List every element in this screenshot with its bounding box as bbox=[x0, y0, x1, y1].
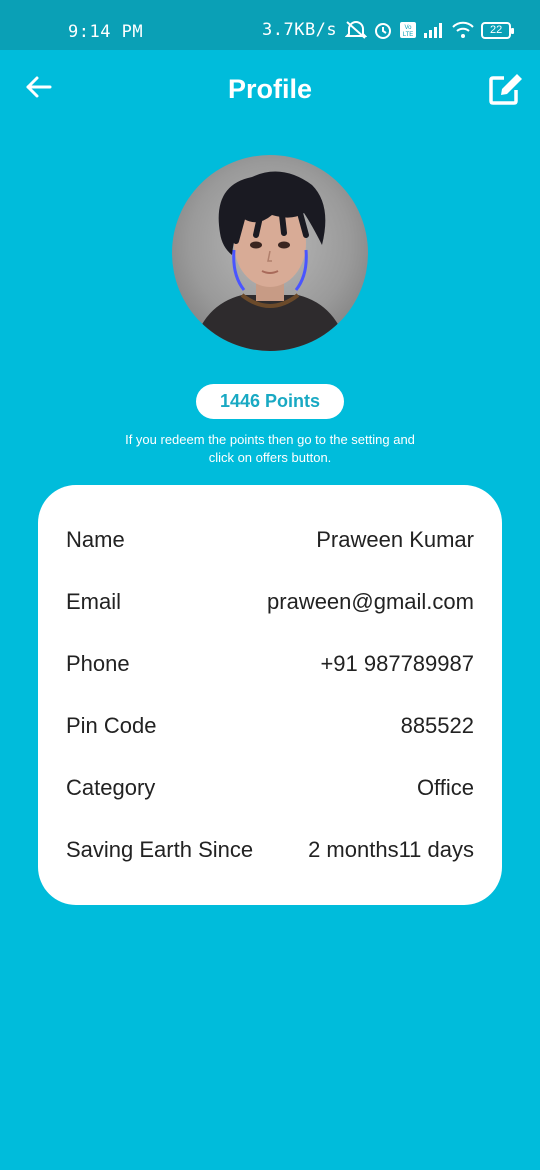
profile-row-category: Category Office bbox=[66, 773, 474, 803]
profile-row-saving-since: Saving Earth Since 2 months11 days bbox=[66, 835, 474, 865]
row-label: Category bbox=[66, 775, 156, 800]
row-label: Email bbox=[66, 589, 122, 614]
wifi-icon bbox=[451, 21, 475, 39]
points-note: If you redeem the points then go to the … bbox=[125, 432, 415, 465]
profile-row-phone: Phone +91 987789987 bbox=[66, 649, 474, 679]
status-icons: 3.7KB/s Vo LTE 22 bbox=[262, 20, 515, 40]
svg-text:LTE: LTE bbox=[403, 32, 414, 38]
profile-card: Name Praween Kumar Email praween@gmail.c… bbox=[38, 485, 502, 905]
page-title: Profile bbox=[227, 74, 313, 104]
alarm-icon bbox=[373, 20, 393, 40]
points-badge[interactable]: 1446 Points bbox=[196, 384, 344, 419]
profile-row-pincode: Pin Code 885522 bbox=[66, 711, 474, 741]
row-value: +91 987789987 bbox=[320, 651, 474, 676]
profile-row-email: Email praween@gmail.com bbox=[66, 587, 474, 617]
edit-profile-button[interactable] bbox=[488, 72, 524, 106]
status-time: 9:14 PM bbox=[68, 22, 144, 42]
avatar-image bbox=[192, 171, 348, 351]
row-label: Name bbox=[66, 527, 125, 552]
avatar[interactable] bbox=[172, 155, 368, 351]
svg-text:Vo: Vo bbox=[405, 25, 413, 31]
row-label: Phone bbox=[66, 651, 130, 676]
network-speed: 3.7KB/s bbox=[262, 20, 338, 40]
row-label: Saving Earth Since bbox=[66, 837, 254, 862]
edit-icon bbox=[489, 74, 522, 105]
row-label: Pin Code bbox=[66, 713, 157, 738]
battery-icon: 22 bbox=[481, 21, 515, 39]
row-value: 2 months11 days bbox=[308, 837, 474, 862]
alarm-off-icon bbox=[345, 20, 368, 40]
signal-icon bbox=[423, 21, 445, 39]
row-value: 885522 bbox=[400, 713, 474, 738]
profile-row-name: Name Praween Kumar bbox=[66, 525, 474, 555]
row-value: Praween Kumar bbox=[316, 527, 474, 552]
status-bar: 9:14 PM 3.7KB/s Vo LTE 22 bbox=[0, 0, 540, 50]
battery-level: 22 bbox=[490, 24, 503, 36]
volte-icon: Vo LTE bbox=[399, 21, 417, 39]
app-bar: Profile bbox=[0, 50, 540, 130]
row-value: Office bbox=[416, 775, 474, 800]
row-value: praween@gmail.com bbox=[267, 589, 474, 614]
